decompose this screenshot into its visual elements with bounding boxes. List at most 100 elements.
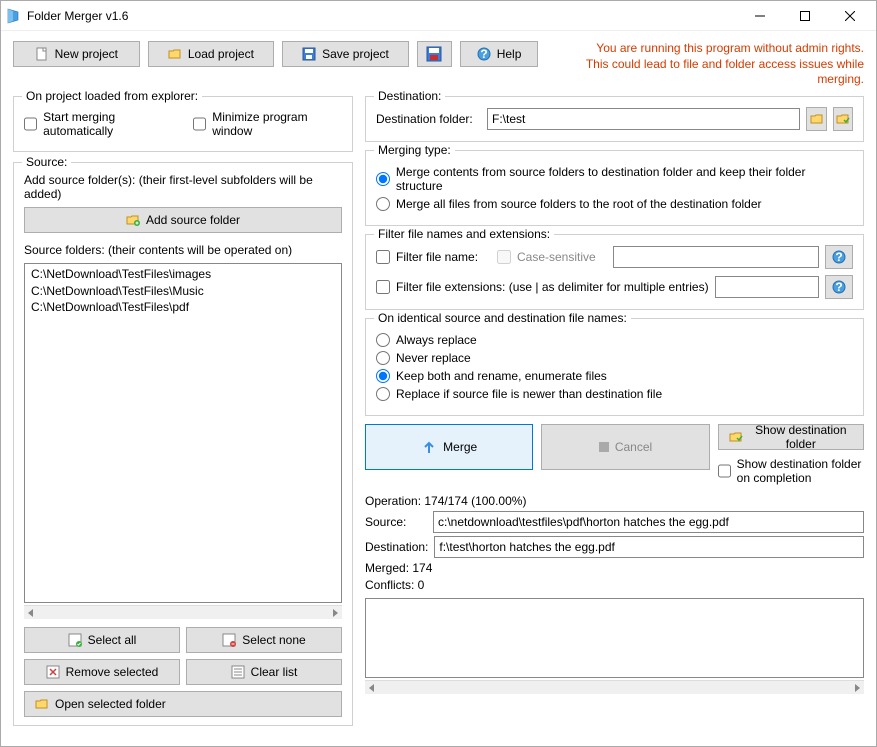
minimize-window-checkbox[interactable]: Minimize program window [193, 110, 342, 138]
start-auto-label: Start merging automatically [43, 110, 179, 138]
remove-icon [46, 665, 60, 679]
folder-check-icon [836, 112, 850, 126]
filter-filename-checkbox[interactable]: Filter file name: [376, 250, 491, 264]
destination-group: Destination: Destination folder: [365, 96, 864, 142]
never-replace-radio[interactable]: Never replace [376, 351, 853, 365]
select-all-label: Select all [88, 633, 137, 647]
replace-if-newer-radio[interactable]: Replace if source file is newer than des… [376, 387, 853, 401]
filter-group-title: Filter file names and extensions: [374, 227, 554, 241]
filter-name-input[interactable] [613, 246, 819, 268]
save-project-button[interactable]: Save project [282, 41, 409, 67]
stop-icon [599, 442, 609, 452]
destination-folder-label: Destination folder: [376, 112, 481, 126]
quick-save-button[interactable] [417, 41, 452, 67]
new-project-button[interactable]: New project [13, 41, 140, 67]
admin-warning: You are running this program without adm… [546, 41, 864, 88]
filter-ext-label: Filter file extensions: (use | as delimi… [396, 280, 709, 294]
list-scrollbar[interactable] [24, 605, 342, 619]
folder-open-icon [168, 47, 182, 61]
remove-selected-label: Remove selected [66, 665, 159, 679]
source-list-hint: Source folders: (their contents will be … [24, 243, 342, 257]
remove-selected-button[interactable]: Remove selected [24, 659, 180, 685]
add-source-folder-button[interactable]: Add source folder [24, 207, 342, 233]
cancel-button[interactable]: Cancel [541, 424, 709, 470]
warning-line2: This could lead to file and folder acces… [546, 57, 864, 88]
svg-text:?: ? [835, 250, 842, 264]
show-dest-label: Show destination folder [749, 423, 853, 451]
folder-add-icon [126, 213, 140, 227]
open-destination-button[interactable] [833, 107, 853, 131]
always-replace-radio[interactable]: Always replace [376, 333, 853, 347]
source-group: Source: Add source folder(s): (their fir… [13, 162, 353, 726]
save-icon [302, 47, 316, 61]
select-all-icon [68, 633, 82, 647]
main-toolbar: New project Load project Save project ? … [13, 41, 864, 88]
load-project-button[interactable]: Load project [148, 41, 275, 67]
explorer-group-title: On project loaded from explorer: [22, 89, 202, 103]
filter-ext-help-button[interactable]: ? [825, 275, 853, 299]
svg-text:?: ? [835, 280, 842, 294]
merge-button[interactable]: Merge [365, 424, 533, 470]
open-selected-label: Open selected folder [55, 697, 166, 711]
source-folders-listbox[interactable]: C:\NetDownload\TestFiles\images C:\NetDo… [24, 263, 342, 603]
merging-type-title: Merging type: [374, 143, 455, 157]
maximize-button[interactable] [782, 2, 827, 30]
replace-newer-label: Replace if source file is newer than des… [396, 387, 662, 401]
log-scrollbar[interactable] [365, 680, 864, 694]
load-project-label: Load project [188, 47, 254, 61]
explorer-options-group: On project loaded from explorer: Start m… [13, 96, 353, 152]
conflicts-count: Conflicts: 0 [365, 578, 864, 592]
warning-line1: You are running this program without adm… [546, 41, 864, 57]
status-source-input [433, 511, 864, 533]
merge-label: Merge [443, 440, 477, 454]
list-item[interactable]: C:\NetDownload\TestFiles\Music [31, 283, 335, 300]
filter-extensions-checkbox[interactable]: Filter file extensions: (use | as delimi… [376, 280, 709, 294]
show-dest-on-complete-checkbox[interactable]: Show destination folder on completion [718, 457, 864, 485]
case-sensitive-checkbox[interactable]: Case-sensitive [497, 250, 607, 264]
destination-folder-input[interactable] [487, 108, 800, 130]
select-none-button[interactable]: Select none [186, 627, 342, 653]
status-dest-label: Destination: [365, 540, 428, 554]
status-area: Operation: 174/174 (100.00%) Source: Des… [365, 494, 864, 694]
select-none-icon [222, 633, 236, 647]
minimize-label: Minimize program window [212, 110, 342, 138]
status-source-label: Source: [365, 515, 427, 529]
merged-count: Merged: 174 [365, 561, 864, 575]
help-icon: ? [832, 280, 846, 294]
browse-destination-button[interactable] [806, 107, 826, 131]
close-button[interactable] [827, 2, 872, 30]
help-label: Help [497, 47, 522, 61]
list-item[interactable]: C:\NetDownload\TestFiles\images [31, 266, 335, 283]
source-group-title: Source: [22, 155, 71, 169]
filter-ext-input[interactable] [715, 276, 819, 298]
save-project-label: Save project [322, 47, 389, 61]
log-output[interactable] [365, 598, 864, 678]
show-destination-button[interactable]: Show destination folder [718, 424, 864, 450]
folder-icon [810, 112, 824, 126]
status-dest-input [434, 536, 864, 558]
never-replace-label: Never replace [396, 351, 471, 365]
merge-root-label: Merge all files from source folders to t… [396, 197, 762, 211]
help-icon: ? [477, 47, 491, 61]
filter-name-help-button[interactable]: ? [825, 245, 853, 269]
cancel-label: Cancel [615, 440, 652, 454]
clear-icon [231, 665, 245, 679]
merge-keep-structure-radio[interactable]: Merge contents from source folders to de… [376, 165, 853, 193]
clear-list-button[interactable]: Clear list [186, 659, 342, 685]
open-selected-folder-button[interactable]: Open selected folder [24, 691, 342, 717]
window-title: Folder Merger v1.6 [27, 9, 737, 23]
list-item[interactable]: C:\NetDownload\TestFiles\pdf [31, 299, 335, 316]
merge-keep-label: Merge contents from source folders to de… [396, 165, 853, 193]
select-all-button[interactable]: Select all [24, 627, 180, 653]
minimize-button[interactable] [737, 2, 782, 30]
folder-open-icon [729, 430, 743, 444]
start-merging-auto-checkbox[interactable]: Start merging automatically [24, 110, 179, 138]
select-none-label: Select none [242, 633, 305, 647]
add-source-hint: Add source folder(s): (their first-level… [24, 173, 342, 201]
help-button[interactable]: ? Help [460, 41, 538, 67]
app-icon [5, 8, 21, 24]
svg-text:?: ? [480, 47, 487, 61]
merge-to-root-radio[interactable]: Merge all files from source folders to t… [376, 197, 853, 211]
case-sensitive-label: Case-sensitive [517, 250, 596, 264]
keep-both-radio[interactable]: Keep both and rename, enumerate files [376, 369, 853, 383]
